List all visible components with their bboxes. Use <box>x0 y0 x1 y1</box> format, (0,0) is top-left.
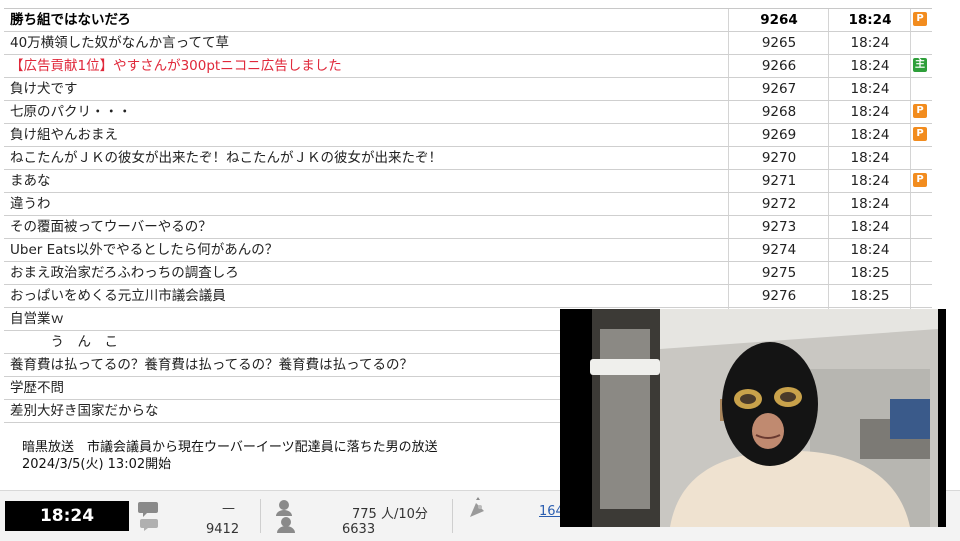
comment-badge-cell <box>910 216 933 238</box>
comment-row[interactable]: まあな 9271 18:24 P <box>4 170 932 193</box>
comment-number: 9266 <box>728 55 829 77</box>
comment-dash: — <box>222 501 235 516</box>
comment-time: 18:24 <box>828 101 911 123</box>
comment-row[interactable]: 勝ち組ではないだろ 9264 18:24 P <box>4 9 932 32</box>
comment-time: 18:24 <box>828 55 911 77</box>
comment-badge-cell <box>910 262 933 284</box>
comment-text: 違うわ <box>10 196 51 212</box>
comment-text: 負け組やんおまえ <box>10 127 118 143</box>
comment-badge-cell: P <box>910 170 933 192</box>
comment-text: Uber Eats以外でやるとしたら何があんの？ <box>10 242 279 258</box>
comment-row[interactable]: その覆面被ってウーバーやるの？ 9273 18:24 <box>4 216 932 239</box>
comment-row[interactable]: 違うわ 9272 18:24 <box>4 193 932 216</box>
comment-number: 9267 <box>728 78 829 100</box>
comment-text: 七原のパクリ・・・ <box>10 104 132 120</box>
comment-number: 9270 <box>728 147 829 169</box>
comment-number: 9264 <box>728 9 829 31</box>
separator <box>260 499 261 533</box>
comment-time: 18:25 <box>828 262 911 284</box>
comment-time: 18:24 <box>828 216 911 238</box>
comment-count: 9412 <box>206 522 240 537</box>
comment-row[interactable]: 七原のパクリ・・・ 9268 18:24 P <box>4 101 932 124</box>
comment-number: 9275 <box>728 262 829 284</box>
broadcast-info: 暗黒放送 市議会議員から現在ウーバーイーツ配達員に落ちた男の放送 2024/3/… <box>0 430 560 490</box>
owner-badge-icon: 主 <box>913 58 927 72</box>
comment-badge-cell: 主 <box>910 55 933 77</box>
comment-number: 9269 <box>728 124 829 146</box>
comment-text: まあな <box>10 173 51 189</box>
separator <box>452 499 453 533</box>
comment-row[interactable]: 負け犬です 9267 18:24 <box>4 78 932 101</box>
webcam-video <box>560 309 946 527</box>
comment-text: おっぱいをめくる元立川市議会議員 <box>10 288 226 304</box>
premium-badge-icon: P <box>913 104 927 118</box>
comment-badge-cell <box>910 147 933 169</box>
comment-time: 18:24 <box>828 193 911 215</box>
premium-badge-icon: P <box>913 127 927 141</box>
comment-time: 18:24 <box>828 32 911 54</box>
viewer-rate: 775 人/10分 <box>352 507 428 522</box>
comment-badge-cell <box>910 239 933 261</box>
comment-row[interactable]: 負け組やんおまえ 9269 18:24 P <box>4 124 932 147</box>
comment-row[interactable]: おっぱいをめくる元立川市議会議員 9276 18:25 <box>4 285 932 308</box>
comment-badge-cell <box>910 285 933 307</box>
comment-text: 【広告貢献1位】やすさんが300ptニコニ広告しました <box>10 58 342 74</box>
comment-text: 負け犬です <box>10 81 78 97</box>
comment-time: 18:24 <box>828 147 911 169</box>
comment-badge-cell: P <box>910 9 933 31</box>
comment-number: 9271 <box>728 170 829 192</box>
comment-badge-cell: P <box>910 101 933 123</box>
premium-badge-icon: P <box>913 173 927 187</box>
comment-text: 40万横領した奴がなんか言ってて草 <box>10 35 230 51</box>
comment-text: 勝ち組ではないだろ <box>10 12 131 28</box>
comment-row[interactable]: 【広告貢献1位】やすさんが300ptニコニ広告しました 9266 18:24 主 <box>4 55 932 78</box>
comment-time: 18:24 <box>828 124 911 146</box>
comment-number: 9273 <box>728 216 829 238</box>
comment-time: 18:25 <box>828 285 911 307</box>
broadcast-start-time: 2024/3/5(火) 13:02開始 <box>22 457 172 472</box>
clock: 18:24 <box>5 501 129 531</box>
comment-badge-cell: P <box>910 124 933 146</box>
comment-time: 18:24 <box>828 9 911 31</box>
comment-number: 9268 <box>728 101 829 123</box>
comment-row[interactable]: おまえ政治家だろふわっちの調査しろ 9275 18:25 <box>4 262 932 285</box>
visitor-count: 6633 <box>342 522 376 537</box>
comment-badge-cell <box>910 193 933 215</box>
comment-time: 18:24 <box>828 78 911 100</box>
comment-number: 9276 <box>728 285 829 307</box>
comment-row[interactable]: 40万横領した奴がなんか言ってて草 9265 18:24 <box>4 32 932 55</box>
comment-text: ねこたんがＪＫの彼女が出来たぞ！ねこたんがＪＫの彼女が出来たぞ！ <box>10 150 442 166</box>
comment-badge-cell <box>910 78 933 100</box>
ad-icon[interactable] <box>466 495 490 525</box>
comment-icon <box>138 499 160 537</box>
comment-text: おまえ政治家だろふわっちの調査しろ <box>10 265 239 281</box>
comment-row[interactable]: ねこたんがＪＫの彼女が出来たぞ！ねこたんがＪＫの彼女が出来たぞ！ 9270 18:2… <box>4 147 932 170</box>
premium-badge-icon: P <box>913 12 927 26</box>
comment-row[interactable]: Uber Eats以外でやるとしたら何があんの？ 9274 18:24 <box>4 239 932 262</box>
comment-badge-cell <box>910 32 933 54</box>
comment-text: その覆面被ってウーバーやるの？ <box>10 219 212 235</box>
comment-time: 18:24 <box>828 239 911 261</box>
comment-time: 18:24 <box>828 170 911 192</box>
viewer-icon <box>274 499 298 537</box>
comment-number: 9274 <box>728 239 829 261</box>
comment-number: 9265 <box>728 32 829 54</box>
comment-number: 9272 <box>728 193 829 215</box>
